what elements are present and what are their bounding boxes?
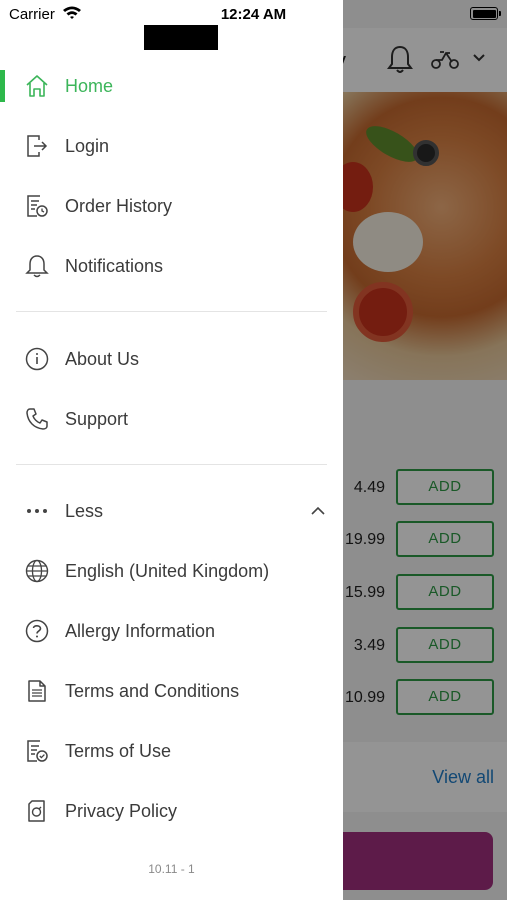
menu-item-label: Login bbox=[65, 135, 110, 156]
login-icon bbox=[24, 133, 50, 159]
menu-item-label: Terms of Use bbox=[65, 740, 172, 761]
order-history-icon bbox=[24, 193, 50, 219]
menu-item-home[interactable]: Home bbox=[0, 56, 343, 116]
divider bbox=[16, 311, 327, 312]
menu-item-about-us[interactable]: About Us bbox=[0, 329, 343, 389]
menu-item-language[interactable]: English (United Kingdom) bbox=[0, 541, 343, 601]
menu-item-label: About Us bbox=[65, 348, 140, 369]
document-check-icon bbox=[24, 738, 50, 764]
phone-icon bbox=[24, 406, 50, 432]
question-icon bbox=[24, 618, 50, 644]
menu-item-label: Order History bbox=[65, 195, 173, 216]
battery-icon bbox=[470, 7, 501, 20]
more-dots-icon bbox=[24, 498, 50, 524]
home-icon bbox=[24, 73, 50, 99]
info-icon bbox=[24, 346, 50, 372]
globe-icon bbox=[24, 558, 50, 584]
menu-item-label: Less bbox=[65, 500, 104, 521]
side-drawer: Home Login Order History Notifications A… bbox=[0, 0, 343, 900]
chevron-up-icon bbox=[311, 506, 325, 515]
menu-item-notifications[interactable]: Notifications bbox=[0, 236, 343, 296]
menu-item-support[interactable]: Support bbox=[0, 389, 343, 449]
divider bbox=[16, 464, 327, 465]
menu-item-login[interactable]: Login bbox=[0, 116, 343, 176]
menu-item-allergy-information[interactable]: Allergy Information bbox=[0, 601, 343, 661]
menu-item-label: English (United Kingdom) bbox=[65, 560, 270, 581]
menu-item-terms-and-conditions[interactable]: Terms and Conditions bbox=[0, 661, 343, 721]
menu-item-label: Home bbox=[65, 75, 114, 96]
privacy-icon bbox=[24, 798, 50, 824]
logo bbox=[144, 25, 218, 50]
clock: 12:24 AM bbox=[220, 6, 287, 23]
document-icon bbox=[24, 678, 50, 704]
menu-item-terms-of-use[interactable]: Terms of Use bbox=[0, 721, 343, 781]
menu-item-label: Allergy Information bbox=[65, 620, 216, 641]
menu-item-order-history[interactable]: Order History bbox=[0, 176, 343, 236]
menu-item-label: Notifications bbox=[65, 255, 164, 276]
app-version: 10.11 - 1 bbox=[148, 862, 195, 876]
status-bar: Carrier 12:24 AM bbox=[0, 0, 507, 28]
menu-item-label: Support bbox=[65, 408, 129, 429]
menu-item-label: Privacy Policy bbox=[65, 800, 178, 821]
menu-toggle-less[interactable]: Less bbox=[0, 481, 343, 541]
menu-item-label: Terms and Conditions bbox=[65, 680, 240, 701]
menu-item-privacy-policy[interactable]: Privacy Policy bbox=[0, 781, 343, 841]
bell-icon bbox=[24, 253, 50, 279]
